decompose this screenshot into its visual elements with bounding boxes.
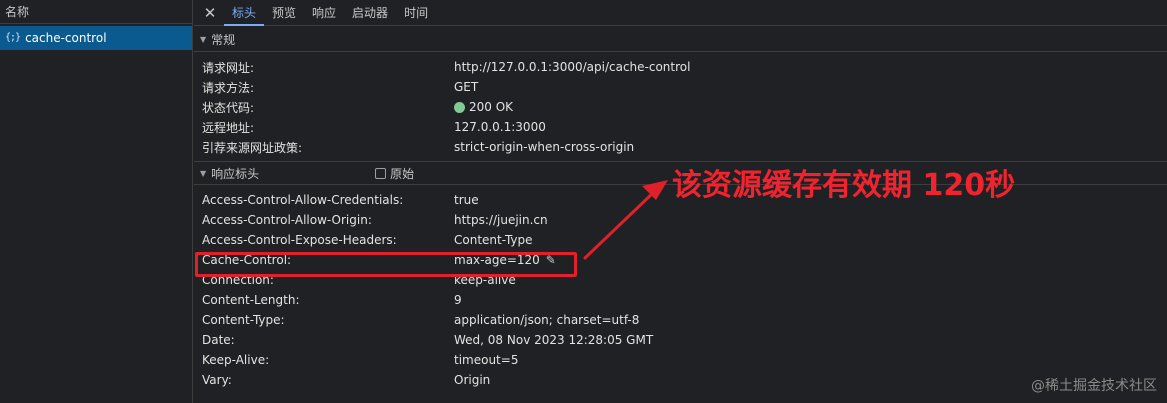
header-row: 状态代码: 200 OK [194, 97, 1167, 117]
tab-preview[interactable]: 预览 [264, 0, 304, 25]
header-row: Date: Wed, 08 Nov 2023 12:28:05 GMT [194, 330, 1167, 350]
header-value[interactable]: Origin [454, 373, 490, 387]
watermark: @稀土掘金技术社区 [1031, 378, 1157, 394]
raw-toggle[interactable]: 原始 [375, 165, 414, 182]
header-key: Content-Type: [202, 313, 285, 327]
request-name: cache-control [25, 31, 107, 45]
header-row: Vary: Origin [194, 370, 1167, 390]
highlight-box [195, 252, 577, 277]
header-value[interactable]: 127.0.0.1:3000 [454, 120, 546, 134]
header-row: 远程地址: 127.0.0.1:3000 [194, 117, 1167, 137]
header-value[interactable]: https://juejin.cn [454, 213, 548, 227]
xhr-fetch-icon: {;} [5, 32, 21, 43]
header-key: 状态代码: [202, 100, 255, 115]
header-value[interactable]: true [454, 193, 479, 207]
header-key: 引荐来源网址政策: [202, 140, 303, 155]
tab-headers[interactable]: 标头 [224, 0, 265, 26]
request-row-cache-control[interactable]: {;} cache-control [0, 26, 192, 50]
header-key: 请求网址: [202, 60, 255, 75]
raw-checkbox[interactable] [375, 167, 387, 179]
header-row: 引荐来源网址政策: strict-origin-when-cross-origi… [194, 137, 1167, 157]
header-row: Keep-Alive: timeout=5 [194, 350, 1167, 370]
header-row: Content-Type: application/json; charset=… [194, 310, 1167, 330]
general-section-title: 常规 [211, 33, 236, 47]
header-value[interactable]: http://127.0.0.1:3000/api/cache-control [454, 60, 690, 74]
header-key: Date: [202, 333, 235, 347]
request-list-pane: 名称 {;} cache-control [0, 0, 193, 403]
header-key: Access-Control-Allow-Origin: [202, 213, 372, 227]
header-key: Keep-Alive: [202, 353, 270, 367]
response-headers-title: 响应标头 [211, 166, 260, 181]
collapse-triangle-icon: ▼ [200, 35, 207, 44]
header-value[interactable]: 9 [454, 293, 462, 307]
general-section-header[interactable]: ▼ 常规 [194, 28, 1167, 52]
status-ok-dot-icon [454, 101, 465, 113]
header-key: 远程地址: [202, 120, 255, 135]
response-header-rows: Access-Control-Allow-Credentials: true A… [194, 185, 1167, 390]
header-key: Content-Length: [202, 293, 300, 307]
status-value[interactable]: 200 OK [454, 100, 513, 114]
header-key: Vary: [202, 373, 232, 387]
header-value[interactable]: strict-origin-when-cross-origin [454, 140, 634, 154]
header-row: Content-Length: 9 [194, 290, 1167, 310]
header-key: Access-Control-Allow-Credentials: [202, 193, 404, 207]
header-value[interactable]: Wed, 08 Nov 2023 12:28:05 GMT [454, 333, 653, 347]
tab-timing[interactable]: 时间 [396, 0, 436, 25]
header-value[interactable]: timeout=5 [454, 353, 518, 367]
header-key: 请求方法: [202, 80, 255, 95]
general-rows: 请求网址: http://127.0.0.1:3000/api/cache-co… [194, 52, 1167, 157]
tab-response[interactable]: 响应 [304, 0, 344, 25]
header-row: 请求网址: http://127.0.0.1:3000/api/cache-co… [194, 57, 1167, 77]
devtools-network-panel: 名称 {;} cache-control ✕ 标头 预览 响应 启动器 时间 ▼… [0, 0, 1167, 403]
collapse-triangle-icon: ▼ [200, 168, 207, 178]
close-icon[interactable]: ✕ [196, 0, 224, 25]
header-row: Access-Control-Expose-Headers: Content-T… [194, 230, 1167, 250]
details-tabbar: ✕ 标头 预览 响应 启动器 时间 [194, 0, 1167, 26]
header-value[interactable]: GET [454, 80, 478, 94]
header-key: Access-Control-Expose-Headers: [202, 233, 397, 247]
header-value[interactable]: application/json; charset=utf-8 [454, 313, 639, 327]
status-text: 200 OK [469, 100, 514, 114]
tab-initiator[interactable]: 启动器 [344, 0, 396, 25]
raw-label: 原始 [390, 166, 415, 181]
header-row: Access-Control-Allow-Origin: https://jue… [194, 210, 1167, 230]
header-value[interactable]: Content-Type [454, 233, 533, 247]
annotation-text: 该资源缓存有效期 120秒 [672, 168, 1016, 203]
name-column-header[interactable]: 名称 [0, 0, 192, 24]
header-row: 请求方法: GET [194, 77, 1167, 97]
